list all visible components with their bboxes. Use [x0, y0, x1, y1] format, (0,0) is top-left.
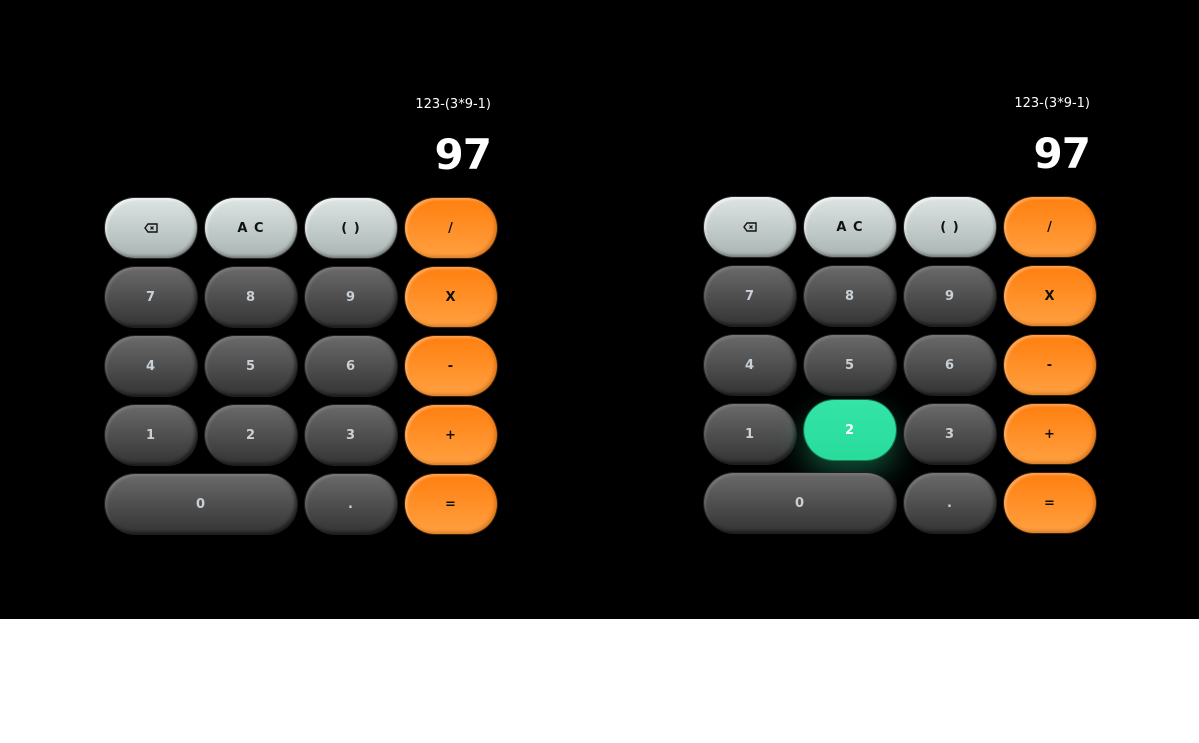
- digit-1-button[interactable]: 1: [704, 404, 796, 464]
- digit-0-button[interactable]: 0: [704, 473, 896, 533]
- calculator-right: 123-(3*9-1) 97 A C ( ) / 7 8 9 X 4 5 6 -…: [700, 0, 1100, 560]
- digit-4-button[interactable]: 4: [704, 335, 796, 395]
- digit-6-button[interactable]: 6: [305, 336, 397, 396]
- digit-2-button[interactable]: 2: [205, 405, 297, 465]
- divide-button[interactable]: /: [405, 198, 497, 258]
- equals-button[interactable]: =: [405, 474, 497, 534]
- multiply-button[interactable]: X: [405, 267, 497, 327]
- clear-button[interactable]: A C: [804, 197, 896, 257]
- digit-8-button[interactable]: 8: [804, 266, 896, 326]
- expression-display: 123-(3*9-1): [415, 97, 491, 112]
- digit-5-button[interactable]: 5: [205, 336, 297, 396]
- page-background: [0, 619, 1199, 743]
- expression-display: 123-(3*9-1): [1014, 96, 1090, 111]
- clear-button[interactable]: A C: [205, 198, 297, 258]
- digit-1-button[interactable]: 1: [105, 405, 197, 465]
- digit-3-button[interactable]: 3: [904, 404, 996, 464]
- result-display: 97: [1033, 129, 1091, 178]
- digit-9-button[interactable]: 9: [305, 267, 397, 327]
- equals-button[interactable]: =: [1004, 473, 1096, 533]
- divide-button[interactable]: /: [1004, 197, 1096, 257]
- backspace-button[interactable]: [105, 198, 197, 258]
- parentheses-button[interactable]: ( ): [305, 198, 397, 258]
- app-canvas: 123-(3*9-1) 97 A C ( ) / 7 8 9 X 4 5 6 -…: [0, 0, 1199, 619]
- calculator-left: 123-(3*9-1) 97 A C ( ) / 7 8 9 X 4 5 6 -…: [101, 0, 501, 560]
- plus-button[interactable]: +: [1004, 404, 1096, 464]
- digit-4-button[interactable]: 4: [105, 336, 197, 396]
- digit-8-button[interactable]: 8: [205, 267, 297, 327]
- digit-6-button[interactable]: 6: [904, 335, 996, 395]
- digit-9-button[interactable]: 9: [904, 266, 996, 326]
- multiply-button[interactable]: X: [1004, 266, 1096, 326]
- digit-0-button[interactable]: 0: [105, 474, 297, 534]
- decimal-point-button[interactable]: .: [904, 473, 996, 533]
- plus-button[interactable]: +: [405, 405, 497, 465]
- decimal-point-button[interactable]: .: [305, 474, 397, 534]
- backspace-icon: [144, 223, 158, 233]
- minus-button[interactable]: -: [1004, 335, 1096, 395]
- digit-3-button[interactable]: 3: [305, 405, 397, 465]
- digit-2-button-pressed[interactable]: 2: [804, 400, 896, 460]
- digit-5-button[interactable]: 5: [804, 335, 896, 395]
- digit-7-button[interactable]: 7: [105, 267, 197, 327]
- backspace-button[interactable]: [704, 197, 796, 257]
- backspace-icon: [743, 222, 757, 232]
- parentheses-button[interactable]: ( ): [904, 197, 996, 257]
- digit-7-button[interactable]: 7: [704, 266, 796, 326]
- minus-button[interactable]: -: [405, 336, 497, 396]
- result-display: 97: [434, 130, 492, 179]
